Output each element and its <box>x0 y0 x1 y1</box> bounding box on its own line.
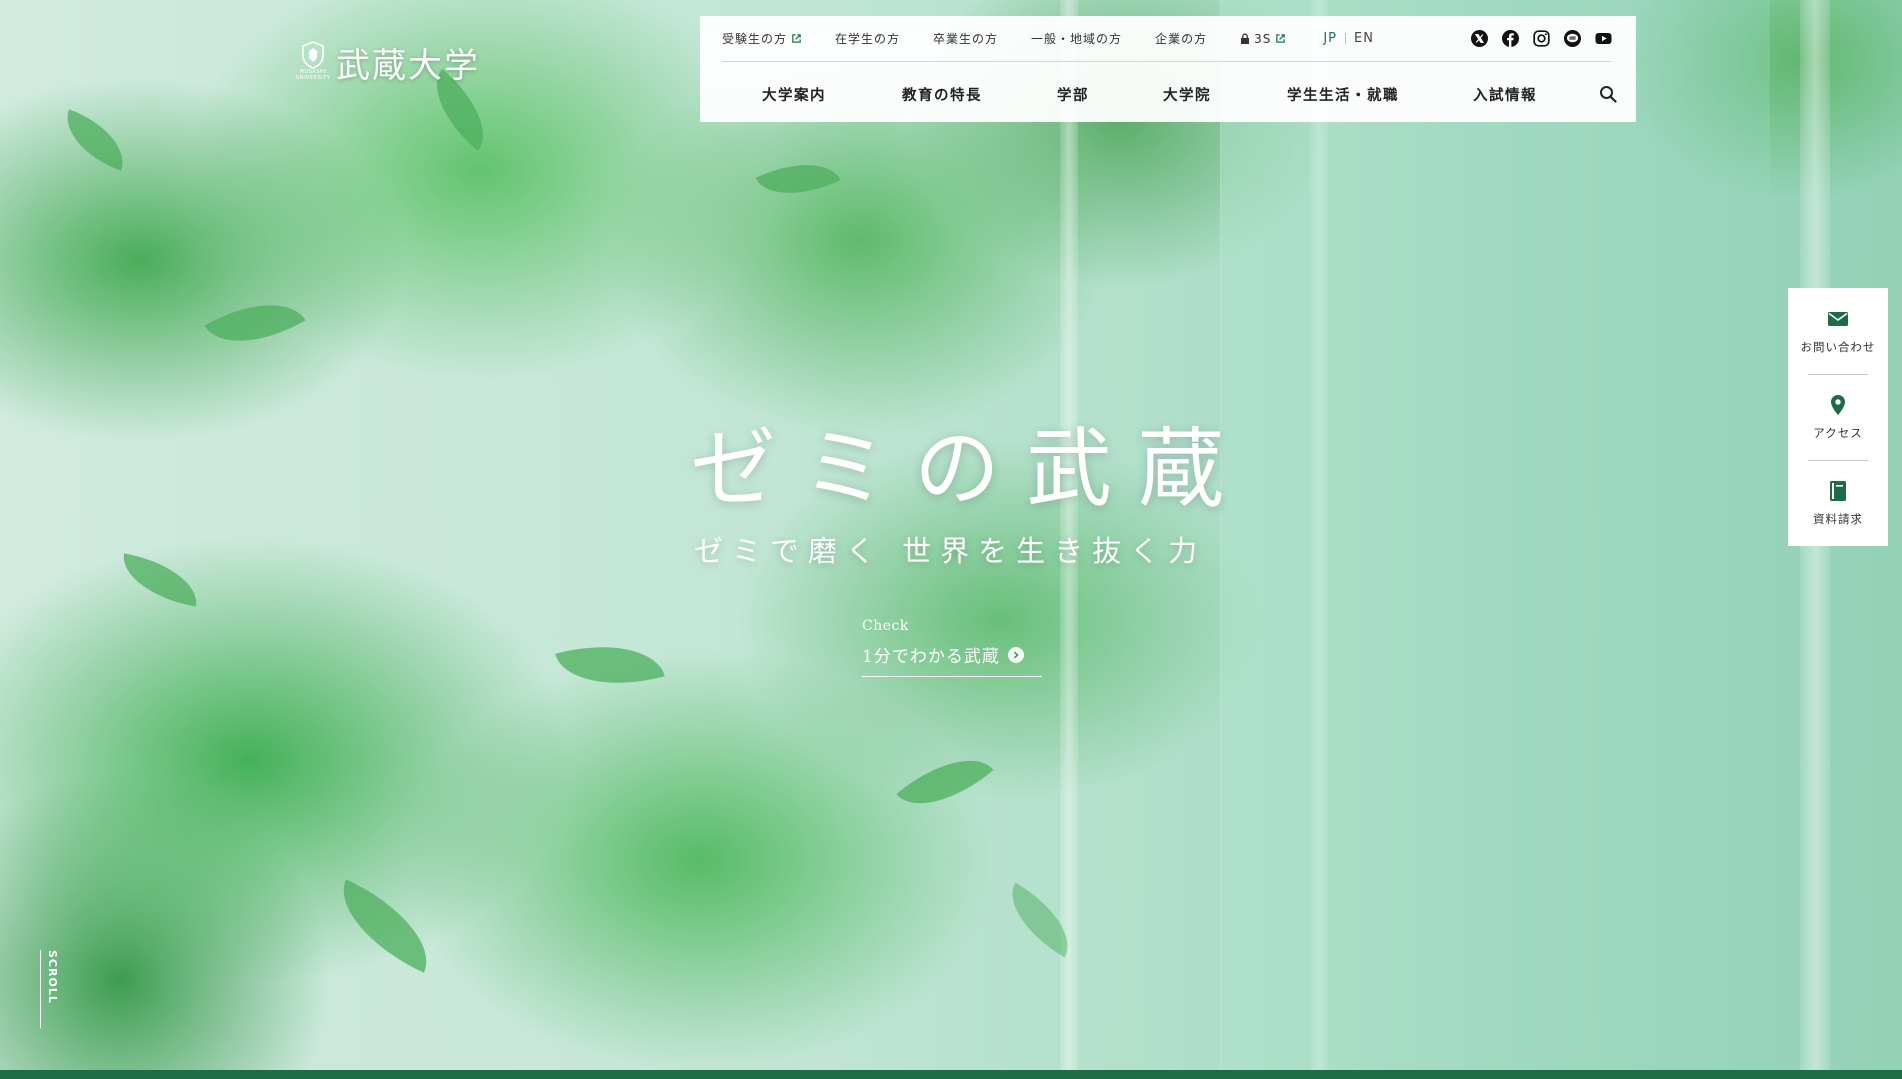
scroll-label: SCROLL <box>46 950 59 1004</box>
chevron-right-icon <box>1007 646 1024 663</box>
nav-graduate[interactable]: 大学院 <box>1163 84 1211 105</box>
line-icon[interactable] <box>1564 30 1581 47</box>
lang-jp[interactable]: JP <box>1323 31 1337 46</box>
main-nav: 大学案内 教育の特長 学部 大学院 学生生活・就職 入試情報 <box>722 66 1617 122</box>
mail-icon <box>1828 312 1848 326</box>
hero-subtitle: ゼミで磨く 世界を生き抜く力 <box>693 534 1207 568</box>
check-block: Check 1分でわかる武蔵 <box>862 618 1042 677</box>
facebook-icon[interactable] <box>1502 30 1519 47</box>
hero-title: ゼミの武蔵 <box>690 419 1250 519</box>
book-icon <box>1830 481 1846 501</box>
side-item-label: お問い合わせ <box>1800 340 1876 354</box>
header-panel: 受験生の方 在学生の方 卒業生の方 一般・地域の方 企業の方 3S JP EN <box>700 16 1636 122</box>
scroll-indicator[interactable]: SCROLL <box>40 950 60 1060</box>
utility-link-community[interactable]: 一般・地域の方 <box>1031 30 1122 47</box>
language-switcher: JP EN <box>1323 31 1374 46</box>
utility-link-current[interactable]: 在学生の方 <box>835 30 900 47</box>
nav-education[interactable]: 教育の特長 <box>902 84 982 105</box>
side-item-contact[interactable]: お問い合わせ <box>1788 288 1888 374</box>
bottom-bar <box>0 1070 1902 1079</box>
search-icon[interactable] <box>1599 85 1617 103</box>
map-pin-icon <box>1831 395 1845 415</box>
social-links <box>1471 30 1612 47</box>
x-icon[interactable] <box>1471 30 1488 47</box>
utility-link-label: 企業の方 <box>1155 32 1208 46</box>
lang-en[interactable]: EN <box>1354 31 1374 46</box>
side-item-access[interactable]: アクセス <box>1788 374 1888 460</box>
scroll-line <box>40 950 41 1028</box>
nav-student-life[interactable]: 学生生活・就職 <box>1287 84 1399 105</box>
check-label: Check <box>862 618 909 634</box>
utility-link-alumni[interactable]: 卒業生の方 <box>933 30 998 47</box>
utility-link-label: 卒業生の方 <box>933 32 999 46</box>
nav-about[interactable]: 大学案内 <box>762 84 826 105</box>
utility-link-label: 在学生の方 <box>835 32 901 46</box>
utility-link-corporate[interactable]: 企業の方 <box>1155 30 1207 47</box>
utility-link-label: 3S <box>1254 31 1272 46</box>
side-item-request[interactable]: 資料請求 <box>1788 460 1888 546</box>
check-link[interactable]: 1分でわかる武蔵 <box>862 642 1042 677</box>
crest-icon: MUSASHI UNIVERSITY <box>295 40 331 85</box>
site-logo[interactable]: MUSASHI UNIVERSITY 武蔵大学 <box>295 38 480 87</box>
youtube-icon[interactable] <box>1595 30 1612 47</box>
lang-divider <box>1345 33 1347 44</box>
side-item-label: 資料請求 <box>1813 512 1863 526</box>
utility-link-label: 一般・地域の方 <box>1031 32 1123 46</box>
nav-faculties[interactable]: 学部 <box>1057 84 1089 105</box>
utility-link-3s[interactable]: 3S <box>1240 32 1286 46</box>
lock-icon <box>1241 33 1250 44</box>
external-link-icon <box>792 34 801 43</box>
utility-link-label: 受験生の方 <box>722 32 788 46</box>
nav-admissions[interactable]: 入試情報 <box>1473 84 1537 105</box>
utility-link-prospective[interactable]: 受験生の方 <box>722 30 802 47</box>
check-link-label: 1分でわかる武蔵 <box>862 647 1000 667</box>
external-link-icon <box>1276 34 1286 43</box>
instagram-icon[interactable] <box>1533 30 1550 47</box>
side-item-label: アクセス <box>1813 426 1863 440</box>
side-quick-menu: お問い合わせ アクセス 資料請求 <box>1788 288 1888 546</box>
logo-name: 武蔵大学 <box>336 46 480 86</box>
crest-text: MUSASHI UNIVERSITY <box>295 68 331 81</box>
utility-nav: 受験生の方 在学生の方 卒業生の方 一般・地域の方 企業の方 3S JP EN <box>722 16 1612 62</box>
